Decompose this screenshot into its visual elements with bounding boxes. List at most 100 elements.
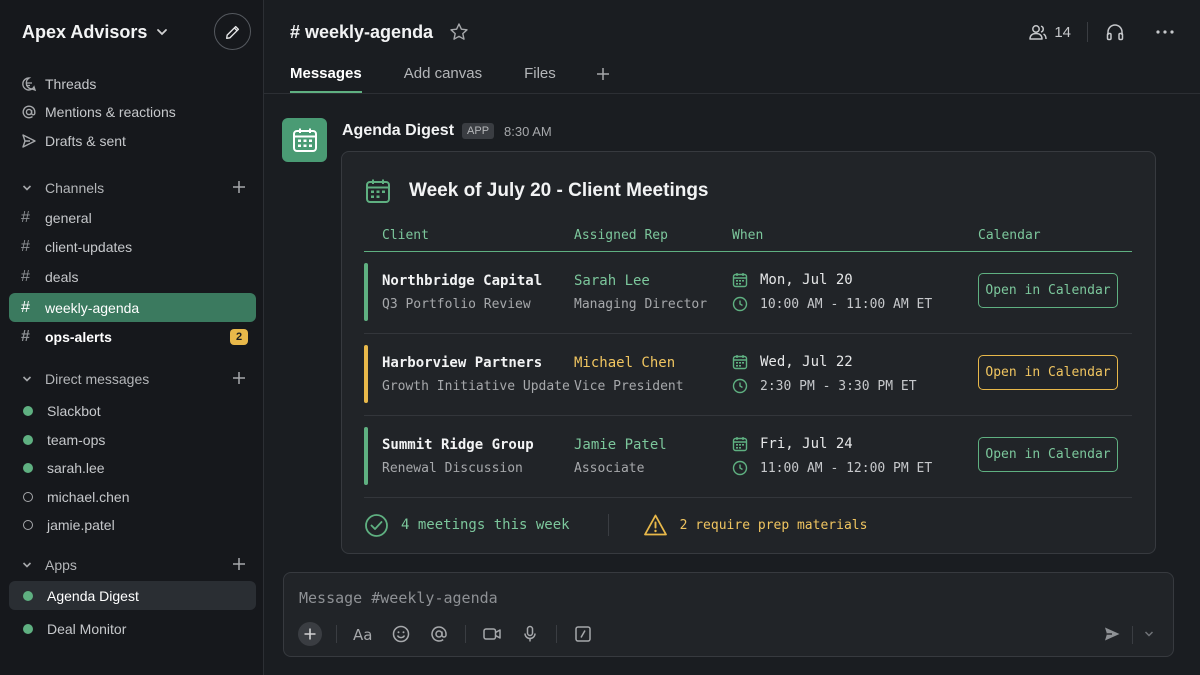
table-row: Harborview Partners Growth Initiative Up… <box>364 334 1132 416</box>
send-icon <box>21 133 45 149</box>
open-in-calendar-button[interactable]: Open in Calendar <box>978 437 1118 472</box>
apps-section-header[interactable]: Apps <box>9 550 256 579</box>
channel-name: deals <box>45 268 79 285</box>
chevron-down-icon <box>1144 631 1154 637</box>
check-circle-icon <box>365 513 388 537</box>
column-header-when: When <box>732 228 764 243</box>
table-row: Summit Ridge Group Renewal Discussion Ja… <box>364 416 1132 498</box>
emoji-icon <box>392 625 410 643</box>
attach-button[interactable] <box>298 622 322 646</box>
more-options-button[interactable] <box>1154 21 1176 43</box>
channel-name: # weekly-agenda <box>290 21 434 42</box>
clock-icon <box>732 460 748 476</box>
rep-name[interactable]: Michael Chen <box>574 355 675 371</box>
shortcuts-button[interactable] <box>571 622 595 646</box>
card-title: Week of July 20 - Client Meetings <box>364 177 709 205</box>
presence-online-icon <box>23 405 33 416</box>
tab-add-canvas[interactable]: Add canvas <box>404 60 482 93</box>
sidebar-channel-client-updates[interactable]: # client-updates <box>9 232 256 261</box>
meeting-subject: Growth Initiative Update <box>382 379 570 394</box>
dm-name: jamie.patel <box>47 516 115 533</box>
send-button[interactable] <box>1103 625 1123 645</box>
sidebar-channel-deals[interactable]: # deals <box>9 262 256 291</box>
sidebar-channel-general[interactable]: # general <box>9 203 256 232</box>
agenda-card: Week of July 20 - Client Meetings Client… <box>341 151 1156 554</box>
mention-button[interactable] <box>427 622 451 646</box>
workspace-switcher[interactable]: Apex Advisors <box>22 18 169 46</box>
header-actions: 14 <box>1028 18 1176 46</box>
meeting-date: Fri, Jul 24 <box>732 436 853 452</box>
meeting-subject: Renewal Discussion <box>382 461 523 476</box>
more-horizontal-icon <box>1156 30 1174 34</box>
channel-title[interactable]: # weekly-agenda <box>290 20 469 44</box>
rep-name[interactable]: Jamie Patel <box>574 437 667 453</box>
compose-button[interactable] <box>214 13 251 50</box>
message-composer: Aa <box>283 572 1174 657</box>
dm-name: michael.chen <box>47 488 130 505</box>
rep-role: Vice President <box>574 379 684 394</box>
meeting-date: Wed, Jul 22 <box>732 354 853 370</box>
calendar-icon <box>732 273 748 288</box>
workspace-name: Apex Advisors <box>22 21 148 42</box>
sender-name[interactable]: Agenda Digest <box>342 122 454 140</box>
sidebar-dm-sarah-lee[interactable]: sarah.lee <box>9 453 256 482</box>
open-in-calendar-button[interactable]: Open in Calendar <box>978 355 1118 390</box>
add-channel-icon[interactable] <box>230 178 248 196</box>
huddle-button[interactable] <box>1104 21 1126 43</box>
meeting-time: 11:00 AM - 12:00 PM ET <box>732 460 932 476</box>
audio-button[interactable] <box>518 622 542 646</box>
rep-name[interactable]: Sarah Lee <box>574 273 650 289</box>
channels-section-header[interactable]: Channels <box>9 173 256 202</box>
sidebar-dm-jamie-patel[interactable]: jamie.patel <box>9 510 256 539</box>
calendar-icon <box>366 179 390 203</box>
open-in-calendar-button[interactable]: Open in Calendar <box>978 273 1118 308</box>
star-icon[interactable] <box>449 22 469 42</box>
chevron-down-icon <box>157 29 168 36</box>
add-app-icon[interactable] <box>230 555 248 573</box>
app-avatar[interactable] <box>282 118 327 162</box>
app-tag: APP <box>462 123 495 139</box>
microphone-icon <box>524 625 536 642</box>
warning-icon <box>643 514 667 535</box>
presence-online-icon <box>23 623 33 634</box>
plus-icon <box>304 628 316 640</box>
send-icon <box>1105 627 1120 641</box>
tab-files[interactable]: Files <box>524 60 556 93</box>
calendar-icon <box>292 128 317 152</box>
sidebar-channel-weekly-agenda[interactable]: # weekly-agenda <box>9 293 256 322</box>
members-button[interactable]: 14 <box>1028 22 1071 42</box>
emoji-button[interactable] <box>389 622 413 646</box>
chevron-down-icon <box>21 182 45 194</box>
section-label: Apps <box>45 556 77 573</box>
send-options-button[interactable] <box>1143 627 1159 643</box>
video-button[interactable] <box>480 622 504 646</box>
sidebar-app-deal-monitor[interactable]: Deal Monitor <box>9 614 256 643</box>
sidebar-dm-team-ops[interactable]: team-ops <box>9 425 256 454</box>
app-name: Deal Monitor <box>47 620 127 637</box>
channel-name: ops-alerts <box>45 328 112 345</box>
sidebar-app-agenda-digest[interactable]: Agenda Digest <box>9 581 256 610</box>
client-name: Northbridge Capital <box>382 273 543 289</box>
channel-name: general <box>45 209 92 226</box>
sidebar-dm-michael-chen[interactable]: michael.chen <box>9 482 256 511</box>
client-name: Harborview Partners <box>382 355 543 371</box>
add-tab-icon[interactable] <box>594 65 612 83</box>
presence-away-icon <box>23 519 33 530</box>
summary-text: 4 meetings this week <box>401 517 570 533</box>
prep-warning: 2 require prep materials <box>643 513 867 538</box>
sidebar-item-mentions[interactable]: Mentions & reactions <box>9 97 256 126</box>
message-timestamp[interactable]: 8:30 AM <box>504 124 552 139</box>
tab-messages[interactable]: Messages <box>290 60 362 93</box>
chevron-down-icon <box>21 559 45 571</box>
dm-name: team-ops <box>47 431 106 448</box>
sidebar-item-threads[interactable]: Threads <box>9 69 256 98</box>
sidebar-dm-slackbot[interactable]: Slackbot <box>9 396 256 425</box>
sidebar-channel-ops-alerts[interactable]: # ops-alerts 2 <box>9 322 256 351</box>
format-button[interactable]: Aa <box>351 622 375 646</box>
add-dm-icon[interactable] <box>230 369 248 387</box>
message-header: Agenda Digest APP 8:30 AM <box>342 120 552 142</box>
message-input[interactable] <box>299 588 999 608</box>
sidebar-item-drafts[interactable]: Drafts & sent <box>9 126 256 155</box>
at-icon <box>21 104 45 120</box>
dms-section-header[interactable]: Direct messages <box>9 364 256 393</box>
